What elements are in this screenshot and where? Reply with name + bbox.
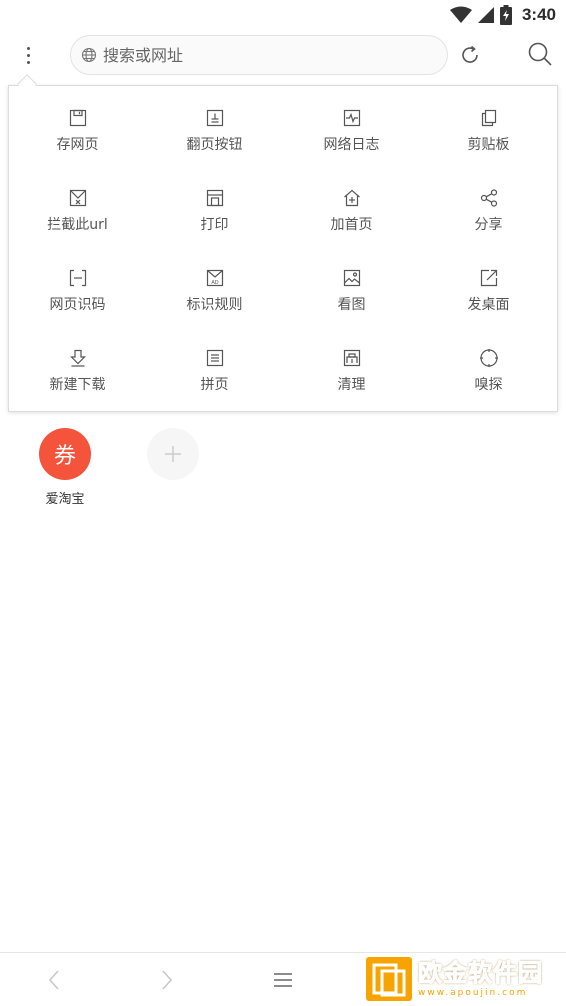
menu-item-label: 剪贴板 bbox=[467, 137, 510, 153]
menu-item-label: 分享 bbox=[474, 217, 503, 233]
menu-item-add-home[interactable]: 加首页 bbox=[283, 168, 420, 248]
wifi-icon bbox=[449, 6, 472, 23]
ad-rule-icon: AD bbox=[206, 269, 223, 287]
network-log-icon bbox=[343, 109, 360, 127]
menu-item-share[interactable]: 分享 bbox=[420, 168, 557, 248]
menu-item-label: 发桌面 bbox=[467, 297, 510, 313]
cellular-signal-icon bbox=[477, 7, 494, 23]
menu-item-label: 拼页 bbox=[200, 377, 229, 393]
menu-item-save-page[interactable]: 存网页 bbox=[9, 88, 146, 168]
menu-item-clipboard[interactable]: 剪贴板 bbox=[420, 88, 557, 168]
menu-item-label: 存网页 bbox=[56, 137, 99, 153]
new-download-icon bbox=[69, 349, 86, 367]
menu-item-view-image[interactable]: 看图 bbox=[283, 248, 420, 328]
coupon-icon-text: 券 bbox=[53, 444, 76, 469]
watermark-logo-icon bbox=[366, 957, 412, 1001]
shortcut-ai-taobao[interactable]: 券 爱淘宝 bbox=[39, 428, 91, 507]
view-image-icon bbox=[343, 269, 360, 287]
globe-icon bbox=[81, 47, 97, 63]
address-bar[interactable] bbox=[70, 35, 448, 75]
svg-text:AD: AD bbox=[211, 280, 218, 286]
menu-item-clean[interactable]: 清理 bbox=[283, 328, 420, 408]
plus-icon bbox=[165, 446, 181, 462]
add-shortcut-button[interactable] bbox=[147, 428, 199, 480]
menu-item-sniff[interactable]: 嗅探 bbox=[420, 328, 557, 408]
block-url-icon bbox=[69, 189, 86, 207]
top-bar bbox=[0, 30, 566, 80]
menu-item-label: 加首页 bbox=[330, 217, 373, 233]
watermark-text: 欧金软件园 www.apoujin.com bbox=[418, 959, 543, 999]
print-icon bbox=[206, 189, 223, 207]
watermark: 欧金软件园 www.apoujin.com bbox=[366, 956, 562, 1002]
menu-item-network-log[interactable]: 网络日志 bbox=[283, 88, 420, 168]
menu-item-ad-rule[interactable]: AD 标识规则 bbox=[146, 248, 283, 328]
menu-item-label: 网页识码 bbox=[49, 297, 106, 313]
refresh-button[interactable] bbox=[456, 40, 484, 70]
menu-item-label: 嗅探 bbox=[474, 377, 503, 393]
status-bar: 3:40 bbox=[0, 0, 566, 30]
menu-item-label: 打印 bbox=[200, 217, 229, 233]
sniff-icon bbox=[479, 349, 498, 367]
menu-item-label: 新建下载 bbox=[49, 377, 106, 393]
menu-item-label: 清理 bbox=[337, 377, 366, 393]
menu-item-print[interactable]: 打印 bbox=[146, 168, 283, 248]
menu-item-scan-code[interactable]: 网页识码 bbox=[9, 248, 146, 328]
back-button[interactable] bbox=[37, 963, 71, 997]
hamburger-menu-icon bbox=[274, 973, 292, 987]
scan-code-icon bbox=[69, 269, 86, 287]
shortcut-label: 爱淘宝 bbox=[45, 492, 85, 507]
refresh-icon bbox=[462, 45, 478, 63]
overflow-menu-panel: 存网页 翻页按钮 网络日志 剪贴板 拦截此url 打印 加首页 分享 网页识码 … bbox=[8, 85, 558, 412]
menu-item-send-desktop[interactable]: 发桌面 bbox=[420, 248, 557, 328]
page-turn-icon bbox=[206, 109, 223, 127]
save-icon bbox=[69, 109, 86, 127]
coupon-icon: 券 bbox=[39, 428, 91, 480]
menu-item-label: 拦截此url bbox=[47, 217, 108, 233]
back-icon bbox=[48, 970, 59, 990]
menu-item-label: 标识规则 bbox=[186, 297, 243, 313]
menu-item-label: 看图 bbox=[337, 297, 366, 313]
status-icons: 3:40 bbox=[449, 4, 556, 26]
menu-button[interactable] bbox=[266, 963, 300, 997]
watermark-title: 欧金软件园 bbox=[418, 959, 543, 988]
menu-item-label: 翻页按钮 bbox=[186, 137, 243, 153]
add-home-icon bbox=[343, 189, 360, 207]
watermark-url: www.apoujin.com bbox=[418, 988, 528, 998]
merge-pages-icon bbox=[206, 349, 223, 367]
clipboard-icon bbox=[481, 109, 496, 127]
menu-item-new-download[interactable]: 新建下载 bbox=[9, 328, 146, 408]
add-shortcut-circle bbox=[147, 428, 199, 480]
clean-icon bbox=[343, 349, 360, 367]
forward-icon bbox=[162, 970, 173, 990]
status-time: 3:40 bbox=[521, 5, 556, 24]
search-button[interactable] bbox=[524, 38, 556, 70]
menu-item-block-url[interactable]: 拦截此url bbox=[9, 168, 146, 248]
menu-grid: 存网页 翻页按钮 网络日志 剪贴板 拦截此url 打印 加首页 分享 网页识码 … bbox=[9, 86, 557, 411]
more-menu-button[interactable] bbox=[14, 40, 42, 70]
menu-item-label: 网络日志 bbox=[323, 137, 380, 153]
search-input[interactable] bbox=[103, 45, 403, 65]
search-icon bbox=[528, 42, 552, 66]
send-to-desktop-icon bbox=[480, 269, 497, 287]
menu-item-page-turn[interactable]: 翻页按钮 bbox=[146, 88, 283, 168]
share-icon bbox=[480, 189, 497, 207]
menu-item-merge-pages[interactable]: 拼页 bbox=[146, 328, 283, 408]
forward-button[interactable] bbox=[150, 963, 184, 997]
battery-charging-icon bbox=[499, 5, 512, 25]
vertical-dots-icon bbox=[26, 46, 30, 64]
